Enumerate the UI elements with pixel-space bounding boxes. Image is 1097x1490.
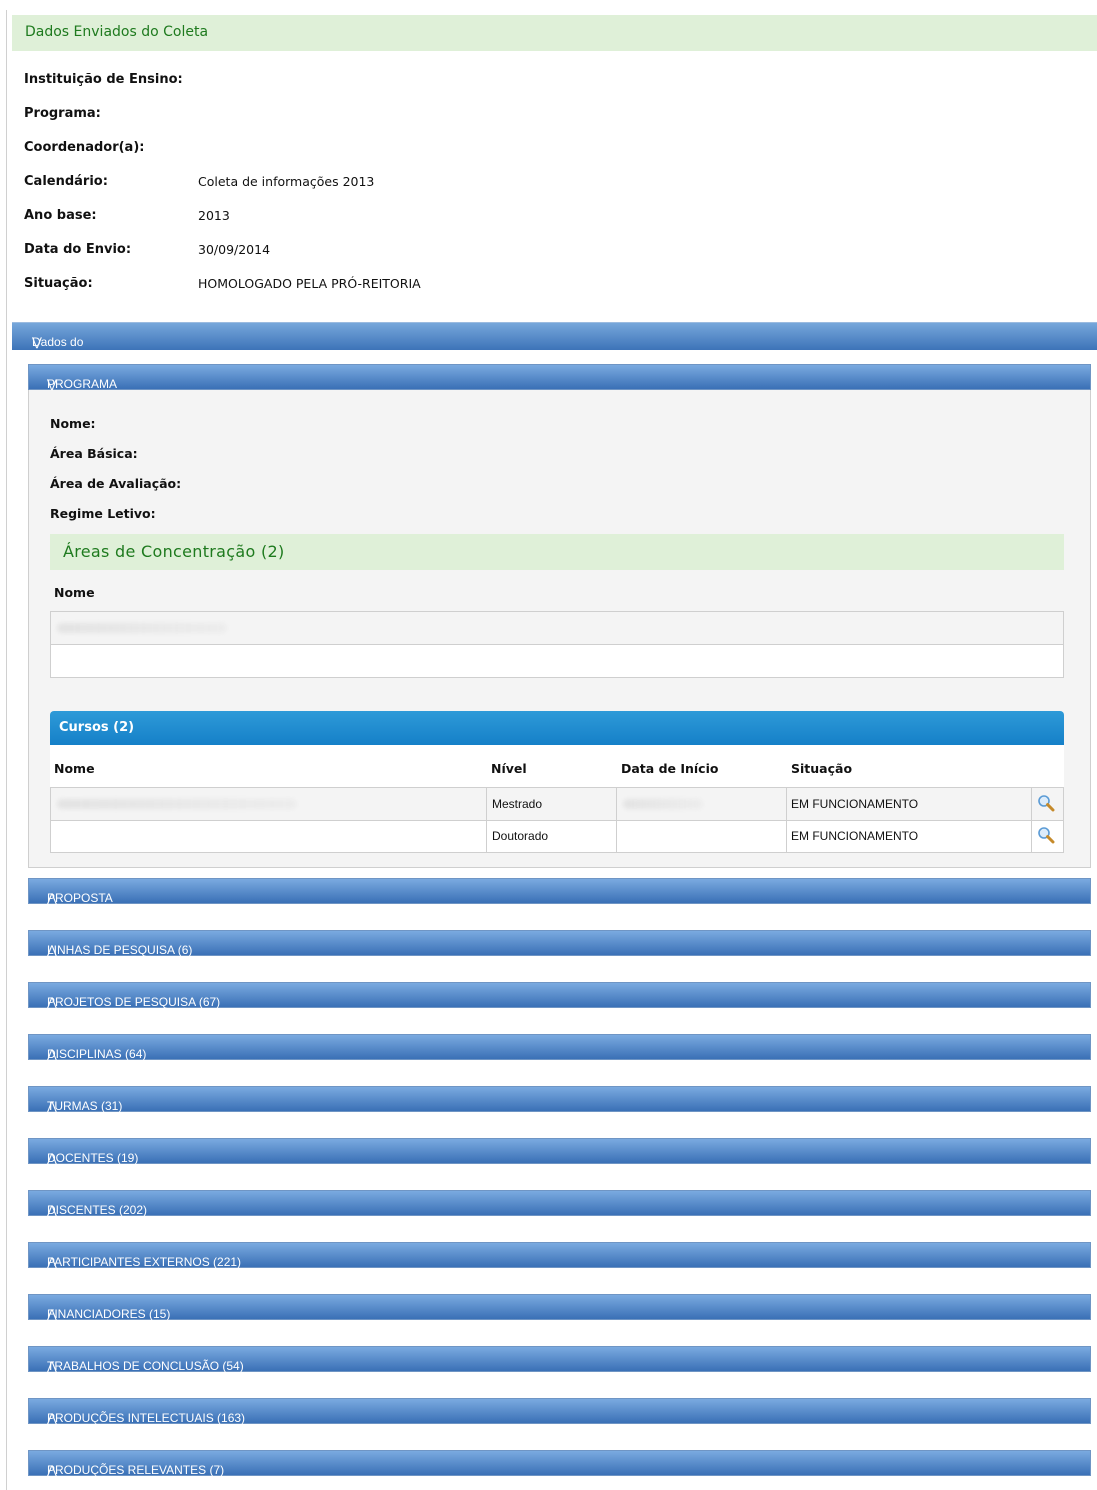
section-label: ⋀ PROJETOS DE PESQUISA (67) bbox=[47, 995, 221, 1009]
left-border bbox=[6, 10, 7, 1490]
table-row: Doutorado EM FUNCIONAMENTO bbox=[51, 821, 1063, 852]
cell-situacao: EM FUNCIONAMENTO bbox=[791, 829, 919, 843]
cursos-table: Mestrado EM FUNCIONAMENTO Doutorado EM F… bbox=[50, 787, 1064, 853]
section-label: ⋀ TURMAS (31) bbox=[47, 1099, 123, 1113]
table-row: Mestrado EM FUNCIONAMENTO bbox=[51, 788, 1063, 820]
info-value: HOMOLOGADO PELA PRÓ-REITORIA bbox=[198, 276, 421, 291]
table-row bbox=[51, 612, 1063, 644]
redacted-text bbox=[623, 799, 703, 809]
info-value: 2013 bbox=[198, 208, 230, 223]
areas-concentracao-title: Áreas de Concentração (2) bbox=[63, 542, 285, 561]
section-linhas-pesquisa[interactable]: ⋀ LINHAS DE PESQUISA (6) bbox=[28, 930, 1091, 957]
section-projetos-pesquisa[interactable]: ⋀ PROJETOS DE PESQUISA (67) bbox=[28, 982, 1091, 1009]
section-docentes[interactable]: ⋀ DOCENTES (19) bbox=[28, 1138, 1091, 1165]
col-divider bbox=[786, 788, 787, 852]
programa-toggle[interactable]: ⋁ PROGRAMA bbox=[28, 364, 1091, 391]
section-proposta[interactable]: ⋀ PROPOSTA bbox=[28, 878, 1091, 905]
col-divider bbox=[486, 788, 487, 852]
section-label: ⋀ PARTICIPANTES EXTERNOS (221) bbox=[47, 1255, 242, 1269]
cell-nivel: Doutorado bbox=[492, 829, 549, 843]
info-label: Programa: bbox=[24, 106, 101, 121]
page-title: Dados Enviados do Coleta bbox=[25, 24, 209, 40]
field-regime-letivo: Regime Letivo: bbox=[50, 506, 156, 521]
col-divider bbox=[616, 788, 617, 852]
section-label: ⋀ FINANCIADORES (15) bbox=[47, 1307, 171, 1321]
table-row bbox=[51, 645, 1063, 677]
redacted-text bbox=[57, 799, 297, 809]
col-divider bbox=[1031, 788, 1032, 852]
section-producoes-intelectuais[interactable]: ⋀ PRODUÇÕES INTELECTUAIS (163) bbox=[28, 1398, 1091, 1425]
section-label: ⋀ PROPOSTA bbox=[47, 891, 113, 905]
field-area-avaliacao: Área de Avaliação: bbox=[50, 476, 182, 491]
section-label: ⋀ DOCENTES (19) bbox=[47, 1151, 139, 1165]
info-label: Ano base: bbox=[24, 208, 97, 223]
cell-situacao: EM FUNCIONAMENTO bbox=[791, 797, 919, 811]
cursos-title: Cursos (2) bbox=[59, 720, 135, 735]
cursos-col-situacao: Situação bbox=[791, 761, 853, 776]
magnifier-icon bbox=[1038, 827, 1055, 844]
section-label: ⋀ PRODUÇÕES INTELECTUAIS (163) bbox=[47, 1411, 246, 1425]
cursos-thead bbox=[50, 745, 1064, 787]
programa-label: ⋁ PROGRAMA bbox=[47, 377, 118, 391]
info-label: Instituição de Ensino: bbox=[24, 72, 183, 87]
info-label: Coordenador(a): bbox=[24, 140, 145, 155]
section-label: ⋀ PRODUÇÕES RELEVANTES (7) bbox=[47, 1463, 225, 1477]
page-header: Dados Enviados do Coleta bbox=[12, 15, 1097, 51]
view-details-button[interactable] bbox=[1037, 826, 1055, 844]
dados-programa-toggle[interactable]: ⋁ Dados do Programa bbox=[12, 322, 1097, 363]
section-trabalhos-conclusao[interactable]: ⋀ TRABALHOS DE CONCLUSÃO (54) bbox=[28, 1346, 1091, 1373]
areas-concentracao-header: Áreas de Concentração (2) bbox=[50, 534, 1064, 570]
magnifier-icon bbox=[1038, 795, 1055, 812]
section-turmas[interactable]: ⋀ TURMAS (31) bbox=[28, 1086, 1091, 1113]
section-producoes-relevantes[interactable]: ⋀ PRODUÇÕES RELEVANTES (7) bbox=[28, 1450, 1091, 1477]
areas-table bbox=[50, 611, 1064, 678]
info-label: Situação: bbox=[24, 276, 93, 291]
info-value: 30/09/2014 bbox=[198, 242, 271, 257]
areas-col-nome: Nome bbox=[54, 585, 95, 600]
info-label: Calendário: bbox=[24, 174, 108, 189]
field-area-basica: Área Básica: bbox=[50, 446, 138, 461]
cursos-col-data-inicio: Data de Início bbox=[621, 761, 719, 776]
section-label: ⋀ DISCIPLINAS (64) bbox=[47, 1047, 147, 1061]
field-nome: Nome: bbox=[50, 416, 96, 431]
section-discentes[interactable]: ⋀ DISCENTES (202) bbox=[28, 1190, 1091, 1217]
section-label: ⋀ TRABALHOS DE CONCLUSÃO (54) bbox=[47, 1359, 244, 1373]
section-disciplinas[interactable]: ⋀ DISCIPLINAS (64) bbox=[28, 1034, 1091, 1061]
section-label: ⋀ DISCENTES (202) bbox=[47, 1203, 148, 1217]
view-details-button[interactable] bbox=[1037, 794, 1055, 812]
cursos-header: Cursos (2) bbox=[50, 711, 1064, 745]
section-financiadores[interactable]: ⋀ FINANCIADORES (15) bbox=[28, 1294, 1091, 1321]
info-label: Data do Envio: bbox=[24, 242, 132, 257]
cursos-col-nome: Nome bbox=[54, 761, 95, 776]
section-label: ⋀ LINHAS DE PESQUISA (6) bbox=[47, 943, 193, 957]
cell-nivel: Mestrado bbox=[492, 797, 543, 811]
section-participantes-externos[interactable]: ⋀ PARTICIPANTES EXTERNOS (221) bbox=[28, 1242, 1091, 1269]
redacted-text bbox=[57, 623, 227, 633]
dados-programa-label: ⋁ Dados do Programa bbox=[32, 335, 85, 363]
info-value: Coleta de informações 2013 bbox=[198, 174, 375, 189]
cursos-col-nivel: Nível bbox=[491, 761, 527, 776]
